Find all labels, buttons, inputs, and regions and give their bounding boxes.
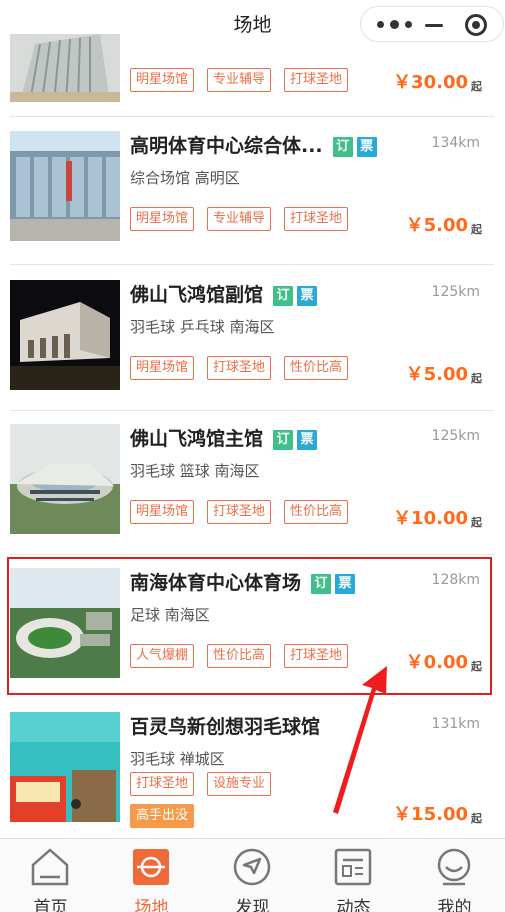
venue-distance: 134km	[431, 135, 480, 151]
tab-venue[interactable]: 场地	[101, 839, 202, 912]
tab-label: 场地	[134, 898, 169, 912]
venue-category: 羽毛球 禅城区	[130, 750, 225, 768]
price-value: ￥5.00	[405, 215, 468, 236]
tab-label: 动态	[336, 898, 371, 912]
venue-card[interactable]: 百灵鸟新创想羽毛球馆 131km 羽毛球 禅城区 打球圣地 设施专业 高手出没 ￥…	[10, 712, 494, 840]
venue-category: 综合场馆 高明区	[130, 169, 240, 187]
venue-tag: 打球圣地	[207, 356, 272, 380]
venue-distance: 131km	[431, 716, 480, 732]
venue-name-text: 佛山飞鸿馆副馆	[130, 284, 264, 306]
tab-label: 我的	[437, 898, 472, 912]
venue-price: ￥15.00 起	[393, 800, 482, 826]
booking-badge: 订	[273, 286, 294, 306]
price-from-label: 起	[471, 516, 482, 529]
venue-tag: 打球圣地	[284, 68, 349, 92]
venue-thumbnail	[10, 34, 120, 102]
venue-name: 百灵鸟新创想羽毛球馆	[130, 716, 321, 738]
minimize-icon[interactable]	[423, 16, 445, 34]
booking-badge: 订	[332, 137, 353, 157]
price-value: ￥10.00	[393, 508, 468, 529]
price-from-label: 起	[471, 812, 482, 825]
price-value: ￥30.00	[393, 72, 468, 93]
ticket-badge: 票	[297, 286, 318, 306]
venue-tag: 设施专业	[207, 772, 272, 796]
venue-tag: 打球圣地	[130, 772, 195, 796]
venue-tags: 明星场馆 专业辅导 打球圣地	[130, 207, 361, 231]
venue-price: ￥30.00 起	[393, 68, 482, 94]
venue-tag: 专业辅导	[207, 68, 272, 92]
venue-tags: 明星场馆 打球圣地 性价比高	[130, 356, 361, 380]
venue-category: 羽毛球 乒乓球 南海区	[130, 318, 275, 336]
tab-label: 首页	[33, 898, 68, 912]
price-from-label: 起	[471, 80, 482, 93]
venue-price: ￥5.00 起	[406, 211, 482, 237]
tab-profile[interactable]: 我的	[404, 839, 505, 912]
venue-tags: 明星场馆 打球圣地 性价比高	[130, 500, 361, 524]
venue-category: 羽毛球 篮球 南海区	[130, 462, 260, 480]
venue-thumbnail	[10, 131, 120, 241]
feed-icon	[334, 848, 372, 886]
target-close-icon[interactable]	[465, 14, 487, 36]
venue-card[interactable]: 高明体育中心综合体... 订票 134km 综合场馆 高明区 明星场馆 专业辅导 打球…	[10, 131, 494, 265]
tab-home[interactable]: 首页	[0, 839, 101, 912]
venue-distance: 125km	[431, 428, 480, 444]
venue-tag: 明星场馆	[130, 356, 195, 380]
venue-name: 佛山飞鸿馆主馆订票	[130, 424, 318, 451]
tab-discover[interactable]: 发现	[202, 839, 303, 912]
venue-card[interactable]: 明星场馆 专业辅导 打球圣地 ￥30.00 起	[10, 34, 494, 117]
ticket-badge: 票	[356, 137, 377, 157]
highlight-box	[7, 557, 492, 695]
price-from-label: 起	[471, 223, 482, 236]
compass-icon	[233, 848, 271, 886]
venue-name: 佛山飞鸿馆副馆订票	[130, 280, 318, 307]
venue-tag-highlight: 高手出没	[130, 804, 195, 828]
venue-tags: 明星场馆 专业辅导 打球圣地	[130, 68, 361, 92]
price-from-label: 起	[471, 372, 482, 385]
ticket-badge: 票	[297, 430, 318, 450]
venue-price: ￥5.00 起	[406, 360, 482, 386]
price-value: ￥5.00	[405, 364, 468, 385]
home-icon	[31, 848, 69, 886]
venue-thumbnail	[10, 280, 120, 390]
tab-label: 发现	[235, 898, 270, 912]
tab-bar: 首页 场地 发现 动态 我的	[0, 838, 505, 912]
price-value: ￥15.00	[393, 804, 468, 825]
booking-badge: 订	[273, 430, 294, 450]
venue-tag: 性价比高	[284, 500, 349, 524]
venue-tag: 明星场馆	[130, 500, 195, 524]
tab-feed[interactable]: 动态	[303, 839, 404, 912]
more-dots-icon[interactable]	[375, 17, 415, 31]
venue-thumbnail	[10, 424, 120, 534]
venue-tag: 专业辅导	[207, 207, 272, 231]
venue-name-text: 佛山飞鸿馆主馆	[130, 428, 264, 450]
venue-thumbnail	[10, 712, 120, 822]
venue-tag: 打球圣地	[207, 500, 272, 524]
venue-tags: 打球圣地 设施专业	[130, 772, 284, 796]
venue-card[interactable]: 佛山飞鸿馆副馆订票 125km 羽毛球 乒乓球 南海区 明星场馆 打球圣地 性价比高…	[10, 280, 494, 411]
venue-name-text: 高明体育中心综合体...	[130, 135, 323, 157]
venue-tag: 明星场馆	[130, 68, 195, 92]
venue-tag: 明星场馆	[130, 207, 195, 231]
venue-distance: 125km	[431, 284, 480, 300]
venue-name: 高明体育中心综合体... 订票	[130, 131, 377, 158]
profile-icon	[437, 848, 471, 886]
venue-card[interactable]: 佛山飞鸿馆主馆订票 125km 羽毛球 篮球 南海区 明星场馆 打球圣地 性价比高 …	[10, 424, 494, 555]
venue-tag: 性价比高	[284, 356, 349, 380]
venue-icon	[133, 849, 169, 885]
venue-tag: 打球圣地	[284, 207, 349, 231]
venue-tags-extra: 高手出没	[130, 804, 207, 828]
venue-price: ￥10.00 起	[393, 504, 482, 530]
